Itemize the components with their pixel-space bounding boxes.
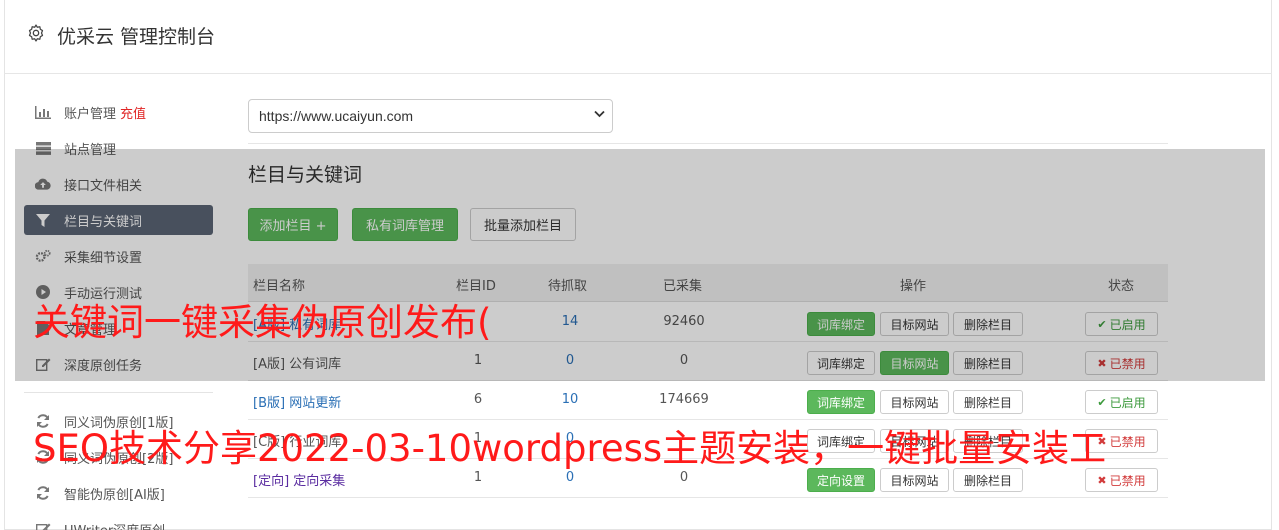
column-name[interactable]: [定向] 定向采集	[253, 470, 345, 489]
watermark-line-1: 关键词一键采集伪原创发布(	[33, 301, 492, 344]
check-icon: ✔	[1097, 395, 1107, 409]
target-site-button[interactable]: 目标网站	[880, 390, 949, 414]
sidebar-item-uwriter[interactable]: UWriter深度原创	[24, 514, 213, 530]
status-toggle[interactable]: ✔ 已启用	[1085, 390, 1158, 414]
column-id: 1	[473, 470, 483, 485]
bar-chart-icon	[35, 105, 51, 119]
sidebar-item-account[interactable]: 账户管理 充值	[24, 97, 213, 127]
delete-column-button[interactable]: 删除栏目	[953, 390, 1023, 414]
sidebar-item-label: 账户管理	[64, 106, 117, 122]
divider	[248, 143, 1168, 144]
sidebar-divider	[24, 392, 213, 393]
site-select-value: https://www.ucaiyun.com	[259, 108, 414, 124]
sidebar-item-label: 智能伪原创[AI版]	[64, 487, 165, 503]
site-select[interactable]: https://www.ucaiyun.com	[248, 99, 613, 133]
column-id: 6	[473, 392, 483, 407]
collected-count: 0	[679, 470, 689, 485]
status-label: 已启用	[1109, 395, 1146, 410]
watermark-line-2: SEO技术分享2022-03-10wordpress主题安装，一键批量安装工	[33, 427, 1107, 470]
recharge-link[interactable]: 充值	[120, 103, 146, 122]
table-row: [B版] 网站更新 6 10 174669 词库绑定 目标网站 删除栏目 ✔ 已启…	[248, 381, 1168, 420]
refresh-icon	[35, 486, 51, 500]
gear-icon	[28, 24, 44, 42]
collected-count: 174669	[659, 392, 709, 407]
bind-lib-button[interactable]: 词库绑定	[807, 390, 875, 414]
sidebar-item-label: UWriter深度原创	[64, 520, 165, 530]
app-header: 优采云 管理控制台	[4, 0, 1272, 74]
sidebar-item-ai-original[interactable]: 智能伪原创[AI版]	[24, 478, 213, 508]
status-label: 已禁用	[1109, 434, 1146, 449]
column-name[interactable]: [B版] 网站更新	[253, 392, 341, 411]
status-label: 已禁用	[1109, 473, 1146, 488]
close-icon: ✖	[1097, 473, 1107, 487]
edit-icon	[35, 522, 51, 530]
page-title: 优采云 管理控制台	[57, 26, 216, 48]
dim-overlay	[15, 149, 1265, 381]
chevron-down-icon	[594, 109, 605, 121]
pending-count: 10	[561, 392, 579, 407]
pending-count: 0	[565, 470, 575, 485]
